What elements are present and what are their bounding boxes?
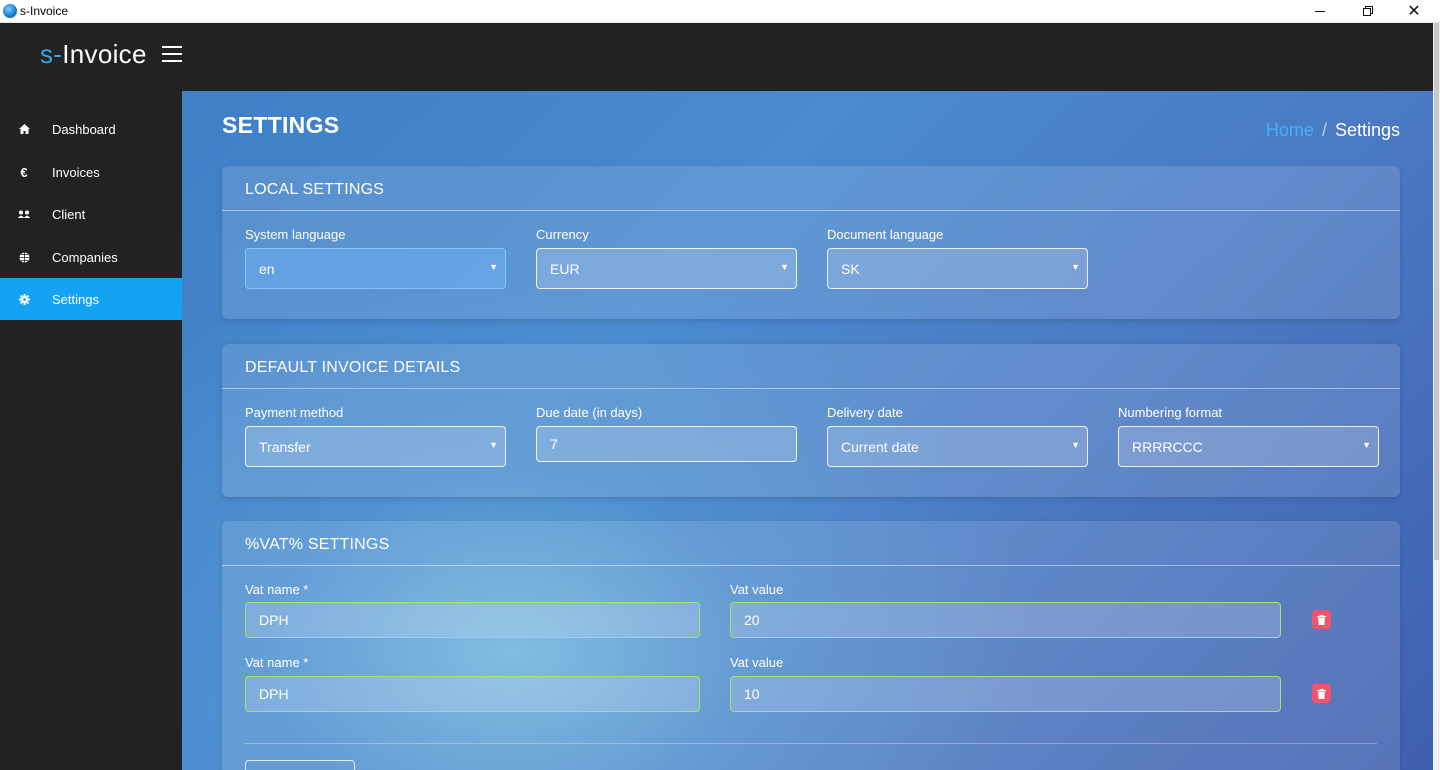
scrollbar-thumb[interactable]: [1434, 23, 1439, 560]
delete-vat-button[interactable]: [1312, 610, 1331, 629]
vat-name-label: Vat name *: [245, 582, 309, 597]
select-value: Transfer: [259, 438, 311, 455]
card-title: LOCAL SETTINGS: [245, 181, 385, 198]
add-vat-button[interactable]: [245, 760, 355, 770]
input-value: 7: [550, 436, 558, 452]
local-settings-card: LOCAL SETTINGS System language en ▼ Curr…: [222, 166, 1400, 319]
page-title: SETTINGS: [222, 112, 340, 138]
card-divider: [222, 565, 1400, 566]
vat-settings-card: %VAT% SETTINGS Vat name * DPH Vat value …: [222, 521, 1400, 770]
trash-icon: [1317, 688, 1326, 699]
card-title: %VAT% SETTINGS: [245, 536, 390, 553]
minimize-button[interactable]: [1297, 0, 1343, 23]
delivery-date-select[interactable]: Current date ▼: [827, 426, 1088, 467]
globe-icon: [18, 251, 30, 263]
caret-down-icon: ▼: [489, 262, 498, 272]
select-value: SK: [841, 260, 860, 277]
numbering-format-label: Numbering format: [1118, 405, 1223, 420]
invoice-details-card: DEFAULT INVOICE DETAILS Payment method T…: [222, 344, 1400, 497]
caret-down-icon: ▼: [1362, 440, 1371, 450]
sidebar-item-label: Settings: [52, 291, 99, 307]
breadcrumb-separator: /: [1321, 120, 1327, 140]
vat-rows-divider: [245, 743, 1377, 744]
card-divider: [222, 210, 1400, 211]
caret-down-icon: ▼: [489, 440, 498, 450]
restore-button[interactable]: [1344, 0, 1390, 23]
currency-select[interactable]: EUR ▼: [536, 248, 797, 289]
euro-icon: €: [20, 164, 28, 180]
sidebar-item-label: Dashboard: [52, 121, 116, 137]
caret-down-icon: ▼: [1071, 262, 1080, 272]
vat-name-input[interactable]: DPH: [245, 676, 700, 712]
vat-value-label: Vat value: [730, 582, 784, 597]
trash-icon: [1317, 614, 1326, 625]
vat-value-label: Vat value: [730, 655, 784, 670]
sidebar-item-companies[interactable]: Companies: [0, 236, 182, 278]
select-value: RRRRCCC: [1132, 438, 1203, 455]
card-title: DEFAULT INVOICE DETAILS: [245, 359, 461, 376]
app-icon: [3, 4, 17, 18]
minimize-icon: [1315, 11, 1325, 12]
numbering-format-select[interactable]: RRRRCCC ▼: [1118, 426, 1379, 467]
document-language-label: Document language: [827, 227, 944, 242]
sidebar-item-label: Client: [52, 206, 86, 222]
system-language-label: System language: [245, 227, 346, 242]
close-button[interactable]: ✕: [1391, 0, 1437, 23]
home-icon: [18, 123, 30, 135]
payment-method-label: Payment method: [245, 405, 344, 420]
vat-name-label: Vat name *: [245, 655, 309, 670]
hamburger-menu-icon[interactable]: [162, 46, 182, 62]
vat-name-input[interactable]: DPH: [245, 602, 700, 638]
sidebar-item-settings[interactable]: Settings: [0, 278, 182, 320]
sidebar-item-label: Companies: [52, 249, 118, 265]
sidebar-item-label: Invoices: [52, 164, 100, 180]
gear-icon: [18, 293, 30, 305]
card-divider: [222, 388, 1400, 389]
sidebar-item-invoices[interactable]: € Invoices: [0, 151, 182, 193]
caret-down-icon: ▼: [1071, 440, 1080, 450]
sidebar: Dashboard € Invoices Client Companies Se…: [0, 91, 182, 770]
app-header: s-Invoice: [0, 23, 1433, 91]
sidebar-item-client[interactable]: Client: [0, 193, 182, 235]
close-icon: ✕: [1407, 3, 1421, 20]
input-value: DPH: [259, 612, 289, 628]
breadcrumb-home-link[interactable]: Home: [1266, 120, 1314, 140]
select-value: EUR: [550, 260, 580, 277]
breadcrumb-current: Settings: [1334, 120, 1400, 140]
system-language-select[interactable]: en ▼: [245, 248, 506, 289]
input-value: 10: [744, 686, 760, 702]
logo-main: Invoice: [62, 39, 147, 69]
window-title: s-Invoice: [20, 4, 69, 18]
vat-value-input[interactable]: 20: [730, 602, 1281, 638]
main-content: SETTINGS Home / Settings LOCAL SETTINGS Sy…: [182, 91, 1433, 770]
window-titlebar: s-Invoice ✕: [0, 0, 1440, 23]
caret-down-icon: ▼: [780, 262, 789, 272]
delete-vat-button[interactable]: [1312, 684, 1331, 703]
sidebar-item-dashboard[interactable]: Dashboard: [0, 108, 182, 150]
vat-value-input[interactable]: 10: [730, 676, 1281, 712]
app-logo[interactable]: s-Invoice: [40, 39, 147, 70]
input-value: DPH: [259, 686, 289, 702]
vertical-scrollbar[interactable]: [1433, 23, 1440, 770]
select-value: en: [259, 260, 275, 277]
breadcrumb: Home / Settings: [1266, 120, 1400, 141]
delivery-date-label: Delivery date: [827, 405, 903, 420]
due-date-label: Due date (in days): [536, 405, 643, 420]
restore-icon: [1363, 8, 1371, 16]
due-date-input[interactable]: 7: [536, 426, 797, 462]
logo-prefix: s-: [40, 39, 63, 69]
input-value: 20: [744, 612, 760, 628]
document-language-select[interactable]: SK ▼: [827, 248, 1088, 289]
users-icon: [18, 208, 30, 220]
payment-method-select[interactable]: Transfer ▼: [245, 426, 506, 467]
select-value: Current date: [841, 438, 919, 455]
currency-label: Currency: [536, 227, 589, 242]
